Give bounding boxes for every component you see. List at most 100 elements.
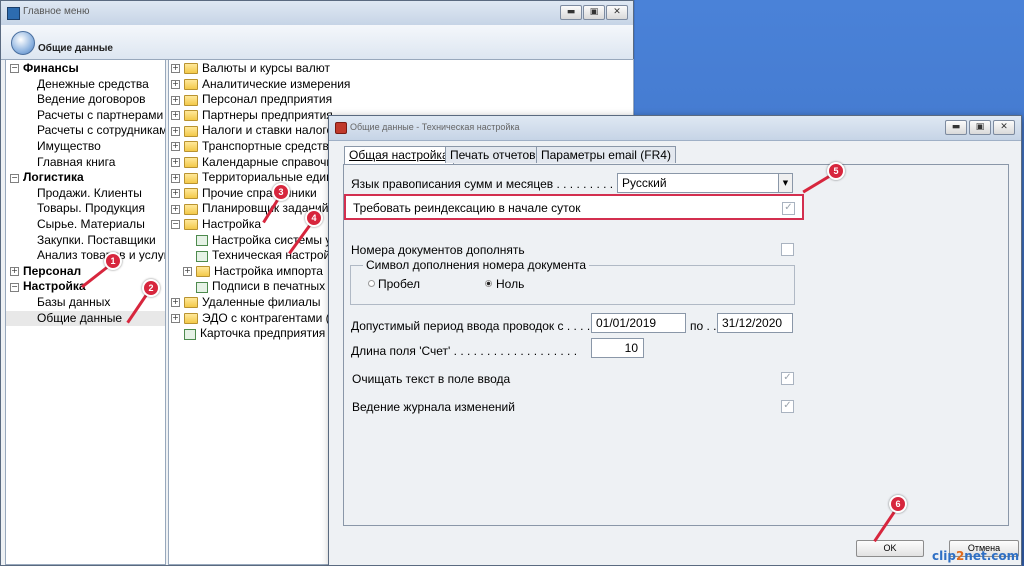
right-tree-item[interactable]: + Аналитические измерения	[169, 77, 350, 92]
left-tree-item[interactable]: Денежные средства	[6, 77, 165, 92]
annotation-marker-1: 1	[104, 252, 122, 270]
expand-icon[interactable]: +	[171, 142, 180, 152]
expand-icon[interactable]: +	[171, 126, 180, 136]
left-tree-label: Главная книга	[37, 154, 116, 169]
expand-icon[interactable]: +	[171, 173, 180, 183]
expand-icon[interactable]: +	[171, 79, 180, 89]
expand-icon[interactable]: +	[171, 157, 180, 167]
header-band: Общие данные	[1, 25, 633, 60]
left-tree-item[interactable]: Продажи. Клиенты	[6, 186, 165, 201]
main-window-title: Главное меню	[23, 6, 90, 17]
tab-general[interactable]: Общая настройка	[344, 146, 454, 165]
minimize-button[interactable]: ▬	[560, 5, 582, 20]
radio-space-label: Пробел	[378, 277, 420, 291]
folder-icon	[184, 172, 198, 184]
expand-icon[interactable]: +	[10, 267, 19, 277]
radio-space[interactable]	[368, 280, 375, 287]
collapse-icon[interactable]: −	[10, 282, 19, 292]
chevron-down-icon[interactable]: ▼	[778, 174, 792, 192]
left-tree-label: Логистика	[23, 170, 84, 185]
tab-print-reports[interactable]: Печать отчетов	[445, 146, 541, 163]
folder-icon	[184, 63, 198, 75]
right-tree-item[interactable]: + Прочие справочники	[169, 186, 317, 201]
left-tree-item[interactable]: + Персонал	[6, 264, 165, 279]
left-tree-item[interactable]: Закупки. Поставщики	[6, 233, 165, 248]
spelling-language-select[interactable]: Русский ▼	[617, 173, 793, 193]
right-tree-label: Настройка	[202, 217, 262, 231]
left-tree-label: Продажи. Клиенты	[37, 185, 142, 200]
expand-icon[interactable]: +	[171, 95, 180, 105]
collapse-icon[interactable]: −	[10, 64, 19, 74]
left-tree-label: Ведение договоров	[37, 92, 146, 107]
right-tree-item[interactable]: + Календарные справочники	[169, 155, 352, 170]
period-from-input[interactable]: 01/01/2019	[591, 313, 686, 333]
left-tree-item[interactable]: Имущество	[6, 139, 165, 154]
clear-text-checkbox[interactable]: ✓	[781, 372, 794, 385]
right-tree-item[interactable]: + Удаленные филиалы	[169, 295, 321, 310]
right-tree-item[interactable]: Техническая настройка	[169, 248, 342, 263]
left-tree-item[interactable]: Расчеты с партнерами	[6, 108, 165, 123]
right-tree-item[interactable]: + Налоги и ставки налогов	[169, 123, 340, 138]
expand-icon[interactable]: +	[171, 64, 180, 74]
left-tree-item[interactable]: − Финансы	[6, 61, 165, 76]
document-icon	[196, 281, 208, 293]
dialog-maximize-button[interactable]: ▣	[969, 120, 991, 135]
collapse-icon[interactable]: −	[171, 220, 180, 230]
right-tree-item[interactable]: Настройка системы у	[169, 233, 331, 248]
ok-button[interactable]: OK	[856, 540, 924, 557]
left-tree-item[interactable]: Ведение договоров	[6, 92, 165, 107]
right-tree-item[interactable]: + Партнеры предприятия	[169, 108, 333, 123]
dialog-close-button[interactable]: ✕	[993, 120, 1015, 135]
right-tree-label: Транспортные средства	[202, 139, 336, 153]
dialog-app-icon	[335, 122, 347, 134]
right-tree-item[interactable]: + ЭДО с контрагентами (Д	[169, 311, 338, 326]
right-tree-item[interactable]: + Валюты и курсы валют	[169, 61, 330, 76]
right-tree-item[interactable]: + Транспортные средства	[169, 139, 335, 154]
right-tree-item[interactable]: + Персонал предприятия	[169, 92, 332, 107]
tab-email-params[interactable]: Параметры email (FR4)	[536, 146, 676, 163]
left-tree-label: Расчеты с сотрудниками	[37, 123, 166, 138]
left-tree-item[interactable]: Анализ товаров и услуг	[6, 248, 165, 263]
reindex-checkbox[interactable]: ✓	[782, 202, 795, 215]
right-tree-item[interactable]: + Настройка импорта	[169, 264, 323, 279]
docnum-checkbox[interactable]	[781, 243, 794, 256]
journal-checkbox[interactable]: ✓	[781, 400, 794, 413]
left-tree-label: Настройка	[23, 279, 86, 294]
left-tree-item[interactable]: Сырье. Материалы	[6, 217, 165, 232]
maximize-button[interactable]: ▣	[583, 5, 605, 20]
document-icon	[196, 234, 208, 246]
expand-icon[interactable]: +	[183, 267, 192, 277]
group-title: Символ дополнения номера документа	[363, 258, 590, 272]
expand-icon[interactable]: +	[171, 111, 180, 121]
expand-icon[interactable]: +	[171, 204, 180, 214]
collapse-icon[interactable]: −	[10, 173, 19, 183]
journal-label: Ведение журнала изменений	[352, 400, 515, 414]
right-tree-item[interactable]: − Настройка	[169, 217, 261, 232]
account-length-input[interactable]: 10	[591, 338, 644, 358]
dialog-titlebar[interactable]: Общие данные - Техническая настройка ▬ ▣…	[329, 116, 1021, 141]
right-tree-item[interactable]: Карточка предприятия	[169, 326, 325, 341]
main-titlebar[interactable]: Главное меню ▬ ▣ ✕	[1, 1, 633, 26]
watermark-logo: clip2net.com	[932, 549, 1019, 563]
expand-icon[interactable]: +	[171, 298, 180, 308]
expand-icon[interactable]: +	[171, 313, 180, 323]
annotation-marker-6: 6	[889, 495, 907, 513]
period-to-input[interactable]: 31/12/2020	[717, 313, 793, 333]
right-tree-label: Аналитические измерения	[202, 76, 351, 91]
dialog-minimize-button[interactable]: ▬	[945, 120, 967, 135]
folder-icon	[184, 188, 198, 200]
folder-icon	[184, 78, 198, 90]
left-tree-item[interactable]: − Логистика	[6, 170, 165, 185]
left-tree-item[interactable]: Общие данные	[6, 310, 165, 326]
radio-zero[interactable]	[485, 280, 492, 287]
folder-icon	[184, 312, 198, 324]
close-button[interactable]: ✕	[606, 5, 628, 20]
left-tree-item[interactable]: Расчеты с сотрудниками	[6, 123, 165, 138]
left-tree-item[interactable]: Товары. Продукция	[6, 201, 165, 216]
left-tree-label: Расчеты с партнерами	[37, 107, 164, 122]
left-tree-label: Товары. Продукция	[37, 201, 145, 216]
right-tree-label: Налоги и ставки налогов	[202, 123, 340, 138]
left-tree-item[interactable]: Главная книга	[6, 155, 165, 170]
right-tree-label: Техническая настройка	[212, 248, 343, 263]
expand-icon[interactable]: +	[171, 189, 180, 199]
